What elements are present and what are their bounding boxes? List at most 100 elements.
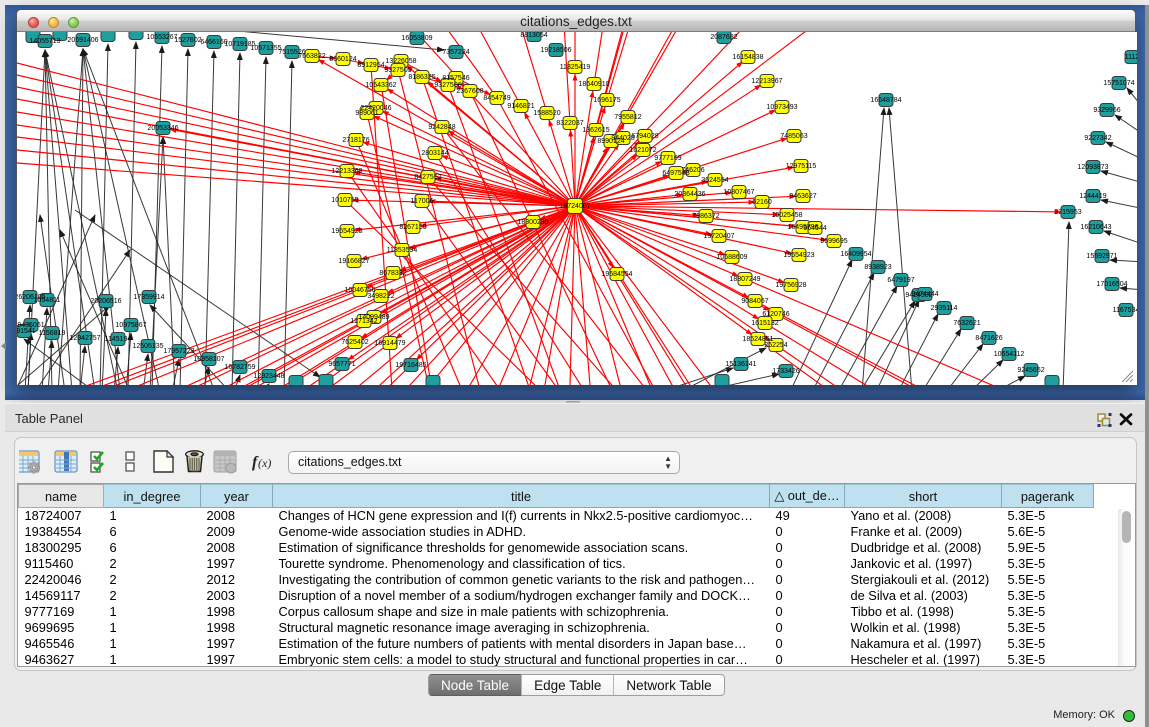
svg-text:10688609: 10688609 (716, 254, 747, 261)
svg-text:6479197: 6479197 (887, 277, 914, 284)
svg-text:16782759: 16782759 (224, 364, 255, 371)
svg-text:19166827: 19166827 (338, 258, 369, 265)
svg-text:15751074: 15751074 (1103, 80, 1134, 87)
svg-text:2718176: 2718176 (342, 137, 369, 144)
svg-text:15720407: 15720407 (703, 233, 734, 240)
svg-text:8938923: 8938923 (864, 264, 891, 271)
svg-text:12213369: 12213369 (331, 168, 362, 175)
svg-text:1010755: 1010755 (331, 197, 358, 204)
svg-text:1244419: 1244419 (1079, 193, 1106, 200)
svg-text:7632621: 7632621 (953, 320, 980, 327)
svg-text:7955812: 7955812 (614, 114, 641, 121)
svg-text:18807249: 18807249 (729, 276, 760, 283)
svg-text:18724007: 18724007 (559, 203, 590, 210)
svg-text:17359914: 17359914 (133, 294, 164, 301)
svg-text:11325419: 11325419 (560, 64, 591, 71)
svg-text:8267150: 8267150 (399, 224, 426, 231)
svg-text:15692971: 15692971 (1086, 253, 1117, 260)
svg-text:10653267: 10653267 (146, 34, 177, 41)
svg-text:10975867: 10975867 (115, 322, 146, 329)
svg-text:9657771: 9657771 (328, 361, 355, 368)
svg-text:10025458: 10025458 (771, 212, 802, 219)
svg-text:20691406: 20691406 (67, 37, 98, 44)
svg-text:15136141: 15136141 (725, 361, 756, 368)
svg-text:9474444: 9474444 (911, 291, 938, 298)
svg-text:18640910: 18640910 (578, 81, 609, 88)
svg-text:1145194: 1145194 (105, 336, 132, 343)
svg-text:62160: 62160 (752, 199, 772, 206)
svg-text:8186325: 8186325 (408, 74, 435, 81)
svg-text:7663822: 7663822 (298, 53, 325, 60)
svg-text:9463627: 9463627 (789, 193, 816, 200)
svg-text:16210643: 16210643 (1080, 224, 1111, 231)
svg-text:17957223: 17957223 (163, 348, 194, 355)
svg-text:1733426: 1733426 (772, 368, 799, 375)
svg-text:6120746: 6120746 (762, 311, 789, 318)
svg-text:11353594: 11353594 (387, 247, 418, 254)
svg-text:6794028: 6794028 (631, 133, 658, 140)
svg-text:9245652: 9245652 (1017, 367, 1044, 374)
svg-text:10807467: 10807467 (723, 189, 754, 196)
svg-text:964544: 964544 (803, 225, 826, 232)
svg-text:3624554: 3624554 (701, 177, 728, 184)
svg-text:10543362: 10543362 (365, 82, 396, 89)
svg-text:989061: 989061 (355, 110, 378, 117)
svg-text:12093873: 12093873 (1077, 164, 1108, 171)
svg-text:12213967: 12213967 (751, 78, 782, 85)
svg-text:10973493: 10973493 (766, 104, 797, 111)
svg-text:7625402: 7625402 (341, 339, 368, 346)
svg-text:3498222: 3498222 (367, 293, 394, 300)
svg-text:12923448: 12923448 (253, 373, 284, 380)
svg-text:1112: 1112 (1125, 54, 1137, 61)
svg-text:19654925: 19654925 (331, 228, 362, 235)
svg-text:10958107: 10958107 (193, 356, 224, 363)
svg-text:1621072: 1621072 (629, 147, 656, 154)
svg-text:1615132: 1615132 (751, 320, 778, 327)
svg-text:1527602: 1527602 (174, 37, 201, 44)
svg-text:16053809: 16053809 (401, 35, 432, 42)
svg-text:1696175: 1696175 (593, 97, 620, 104)
svg-text:8157546: 8157546 (442, 75, 469, 82)
svg-text:8660124: 8660124 (329, 56, 356, 63)
svg-text:13226058: 13226058 (385, 58, 416, 65)
svg-text:19716485: 19716485 (395, 362, 426, 369)
svg-text:16154838: 16154838 (732, 54, 763, 61)
svg-text:1156819: 1156819 (39, 330, 66, 337)
svg-text:12505135: 12505135 (132, 343, 163, 350)
svg-text:2087682: 2087682 (710, 34, 737, 41)
svg-text:20364436: 20364436 (674, 191, 705, 198)
svg-text:12975115: 12975115 (786, 163, 817, 170)
svg-text:1271342: 1271342 (350, 318, 377, 325)
svg-text:8454749: 8454749 (483, 95, 510, 102)
svg-text:1588520: 1588520 (533, 110, 560, 117)
svg-text:16914479: 16914479 (374, 340, 405, 347)
svg-text:252254: 252254 (764, 342, 787, 349)
svg-text:20206516: 20206516 (90, 298, 121, 305)
svg-text:19584554: 19584554 (601, 271, 632, 278)
svg-text:2935114: 2935114 (931, 305, 958, 312)
svg-text:1362615: 1362615 (582, 127, 609, 134)
svg-text:7485063: 7485063 (780, 133, 807, 140)
svg-text:8678332: 8678332 (379, 270, 406, 277)
svg-text:10671355: 10671355 (250, 45, 281, 52)
svg-text:12942757: 12942757 (69, 335, 100, 342)
svg-text:2803144: 2803144 (421, 150, 448, 157)
svg-text:16409954: 16409954 (840, 251, 871, 258)
svg-text:8322037: 8322037 (556, 120, 583, 127)
svg-text:10654112: 10654112 (994, 351, 1025, 358)
svg-text:19756928: 19756928 (775, 282, 806, 289)
svg-text:117006: 117006 (411, 198, 434, 205)
svg-text:19218506: 19218506 (540, 47, 571, 54)
svg-text:1167534: 1167534 (1113, 307, 1137, 314)
svg-text:(x): (x) (258, 456, 271, 470)
svg-text:9242848: 9242848 (428, 124, 455, 131)
svg-text:7986372: 7986372 (692, 213, 719, 220)
svg-text:9146821: 9146821 (507, 103, 534, 110)
svg-text:9777169: 9777169 (654, 155, 681, 162)
svg-text:20053346: 20053346 (147, 125, 178, 132)
svg-text:9227342: 9227342 (1084, 135, 1111, 142)
svg-text:746206: 746206 (681, 167, 704, 174)
svg-text:8471626: 8471626 (975, 335, 1002, 342)
svg-text:1054811: 1054811 (34, 297, 61, 304)
svg-text:9327505: 9327505 (384, 67, 411, 74)
